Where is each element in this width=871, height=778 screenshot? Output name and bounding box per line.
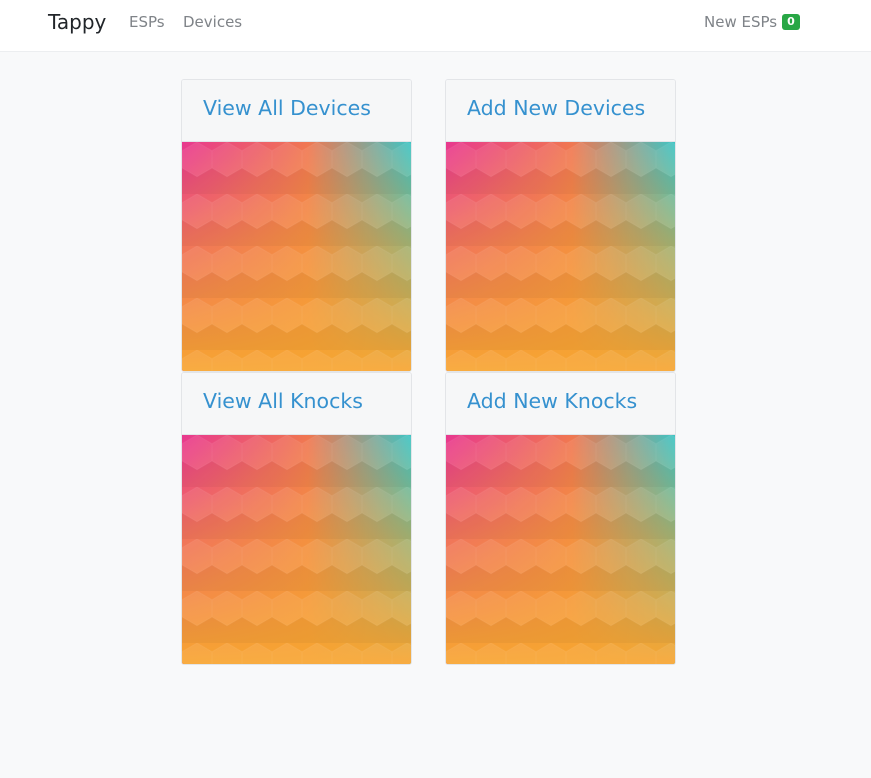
new-esps-label: New ESPs	[704, 13, 778, 31]
card-header: View All Devices	[182, 80, 411, 142]
nav-link-devices[interactable]: Devices	[183, 13, 242, 31]
card-image	[182, 435, 411, 664]
card-add-new-knocks: Add New Knocks	[445, 372, 676, 665]
top-navbar: Tappy ESPs Devices New ESPs 0	[0, 0, 871, 52]
card-image	[446, 142, 675, 371]
new-esps-count-badge: 0	[782, 14, 800, 30]
card-view-all-knocks: View All Knocks	[181, 372, 412, 665]
card-view-all-devices: View All Devices	[181, 79, 412, 372]
view-all-knocks-link[interactable]: View All Knocks	[203, 389, 363, 413]
card-header: Add New Knocks	[446, 373, 675, 435]
card-image	[182, 142, 411, 371]
card-header: View All Knocks	[182, 373, 411, 435]
nav-link-esps[interactable]: ESPs	[129, 13, 165, 31]
add-new-devices-link[interactable]: Add New Devices	[467, 96, 645, 120]
add-new-knocks-link[interactable]: Add New Knocks	[467, 389, 637, 413]
card-add-new-devices: Add New Devices	[445, 79, 676, 372]
card-image	[446, 435, 675, 664]
brand-link[interactable]: Tappy	[48, 10, 106, 34]
card-header: Add New Devices	[446, 80, 675, 142]
view-all-devices-link[interactable]: View All Devices	[203, 96, 371, 120]
new-esps-link[interactable]: New ESPs 0	[704, 13, 800, 31]
